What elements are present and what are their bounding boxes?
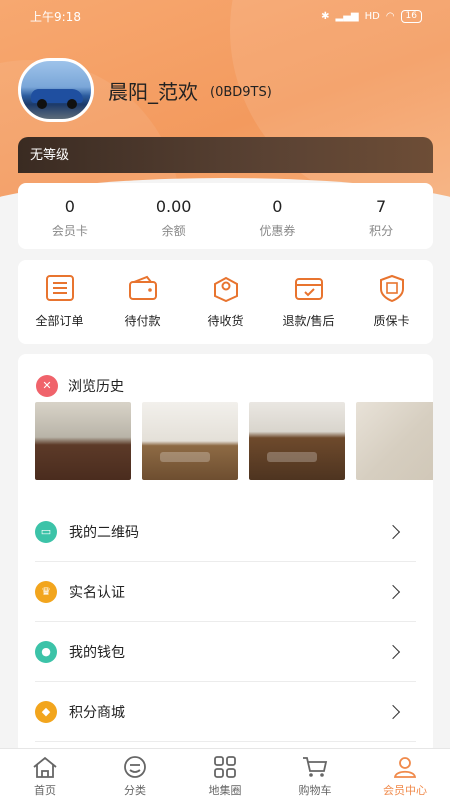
order-label: 全部订单 xyxy=(35,314,84,328)
qrcode-icon: ▭ xyxy=(35,520,57,543)
stats-card: 0 会员卡 0.00 余额 0 优惠券 7 积分 xyxy=(18,183,433,249)
wifi-icon: ◠ xyxy=(385,10,395,22)
stat-value: 0 xyxy=(64,197,75,216)
menu-item-label: 积分商城 xyxy=(69,704,125,721)
battery-icon: 16 xyxy=(400,9,422,23)
order-label: 待付款 xyxy=(124,314,161,328)
history-thumbnail[interactable] xyxy=(35,402,131,480)
member-level-bar[interactable]: 无等级 xyxy=(18,137,433,173)
history-icon: ✕ xyxy=(36,374,58,397)
refund-icon xyxy=(294,278,323,300)
cart-icon xyxy=(303,757,328,777)
orders-card: 全部订单 待付款 待收货 退款/售后 质保卡 xyxy=(18,260,433,344)
stat-value: 0.00 xyxy=(155,197,192,216)
tab-category[interactable]: 分类 xyxy=(90,749,180,800)
order-warranty-button[interactable]: 质保卡 xyxy=(350,260,433,344)
order-label: 退款/售后 xyxy=(282,314,335,328)
warranty-icon xyxy=(379,274,404,302)
menu-item-qrcode[interactable]: ▭ 我的二维码 xyxy=(35,502,416,562)
avatar[interactable] xyxy=(18,58,94,122)
user-name: 晨阳_范欢 xyxy=(108,79,198,104)
menu-list: ▭ 我的二维码 ♛ 实名认证 ● 我的钱包 ◆ 积分商城 xyxy=(18,502,433,742)
tab-home[interactable]: 首页 xyxy=(0,749,90,800)
chevron-right-icon xyxy=(385,524,401,539)
home-icon xyxy=(33,756,57,778)
menu-item-points-mall[interactable]: ◆ 积分商城 xyxy=(35,682,416,742)
wallet-icon: ● xyxy=(35,640,57,663)
menu-item-label: 我的钱包 xyxy=(69,644,125,661)
tab-label: 分类 xyxy=(124,784,146,797)
points-mall-icon: ◆ xyxy=(35,700,57,723)
bottom-tab-bar: 首页 分类 地集圈 购物车 会员中心 xyxy=(0,748,450,800)
stat-coupons[interactable]: 0 优惠券 xyxy=(226,183,330,249)
signal-label: HD xyxy=(364,10,380,22)
status-bar: 上午9:18 ✱ ▂▄▆ HD ◠ 16 xyxy=(0,0,450,32)
tab-label: 首页 xyxy=(34,784,56,797)
chevron-right-icon xyxy=(385,644,401,659)
tab-grid[interactable]: 地集圈 xyxy=(180,749,270,800)
order-pending-payment-button[interactable]: 待付款 xyxy=(101,260,184,344)
user-icon xyxy=(393,757,417,778)
history-title: 浏览历史 xyxy=(68,378,124,395)
package-icon xyxy=(213,276,238,302)
order-label: 待收货 xyxy=(207,314,244,328)
stat-membership-card[interactable]: 0 会员卡 xyxy=(18,183,122,249)
status-time: 上午9:18 xyxy=(30,9,81,24)
category-icon xyxy=(124,756,146,778)
user-code: (0BD9TS) xyxy=(210,84,272,100)
member-level: 无等级 xyxy=(30,148,70,163)
menu-item-certification[interactable]: ♛ 实名认证 xyxy=(35,562,416,622)
chevron-right-icon xyxy=(385,584,401,599)
signal-icon: ▂▄▆ xyxy=(335,10,359,22)
history-thumbnail[interactable] xyxy=(356,402,433,480)
list-icon xyxy=(45,275,74,301)
wallet-icon xyxy=(128,275,157,300)
stat-label: 优惠券 xyxy=(259,224,296,238)
stat-label: 积分 xyxy=(369,224,394,238)
certification-icon: ♛ xyxy=(35,580,57,603)
bluetooth-icon: ✱ xyxy=(321,10,330,22)
stat-points[interactable]: 7 积分 xyxy=(329,183,433,249)
profile-header: 晨阳_范欢 (0BD9TS) xyxy=(18,58,272,122)
stat-label: 余额 xyxy=(161,224,186,238)
history-thumbnails xyxy=(18,402,433,482)
history-header[interactable]: ✕ 浏览历史 xyxy=(18,354,433,402)
tab-cart[interactable]: 购物车 xyxy=(270,749,360,800)
stat-value: 7 xyxy=(376,197,387,216)
menu-item-wallet[interactable]: ● 我的钱包 xyxy=(35,622,416,682)
tab-label: 购物车 xyxy=(298,784,332,797)
chevron-right-icon xyxy=(385,704,401,719)
order-label: 质保卡 xyxy=(373,314,410,328)
history-thumbnail[interactable] xyxy=(142,402,238,480)
menu-item-label: 我的二维码 xyxy=(69,524,139,541)
grid-icon xyxy=(214,756,236,778)
menu-item-label: 实名认证 xyxy=(69,584,125,601)
tab-member-center[interactable]: 会员中心 xyxy=(360,749,450,800)
order-pending-receipt-button[interactable]: 待收货 xyxy=(184,260,267,344)
order-refund-button[interactable]: 退款/售后 xyxy=(267,260,350,344)
tab-label: 会员中心 xyxy=(383,784,427,797)
stat-balance[interactable]: 0.00 余额 xyxy=(122,183,226,249)
history-thumbnail[interactable] xyxy=(249,402,345,480)
menu-card: ✕ 浏览历史 ▭ 我的二维码 ♛ 实名认证 ● 我的钱包 ◆ 积分商城 xyxy=(18,354,433,754)
stat-value: 0 xyxy=(272,197,283,216)
stat-label: 会员卡 xyxy=(51,224,88,238)
order-all-button[interactable]: 全部订单 xyxy=(18,260,101,344)
tab-label: 地集圈 xyxy=(208,784,242,797)
